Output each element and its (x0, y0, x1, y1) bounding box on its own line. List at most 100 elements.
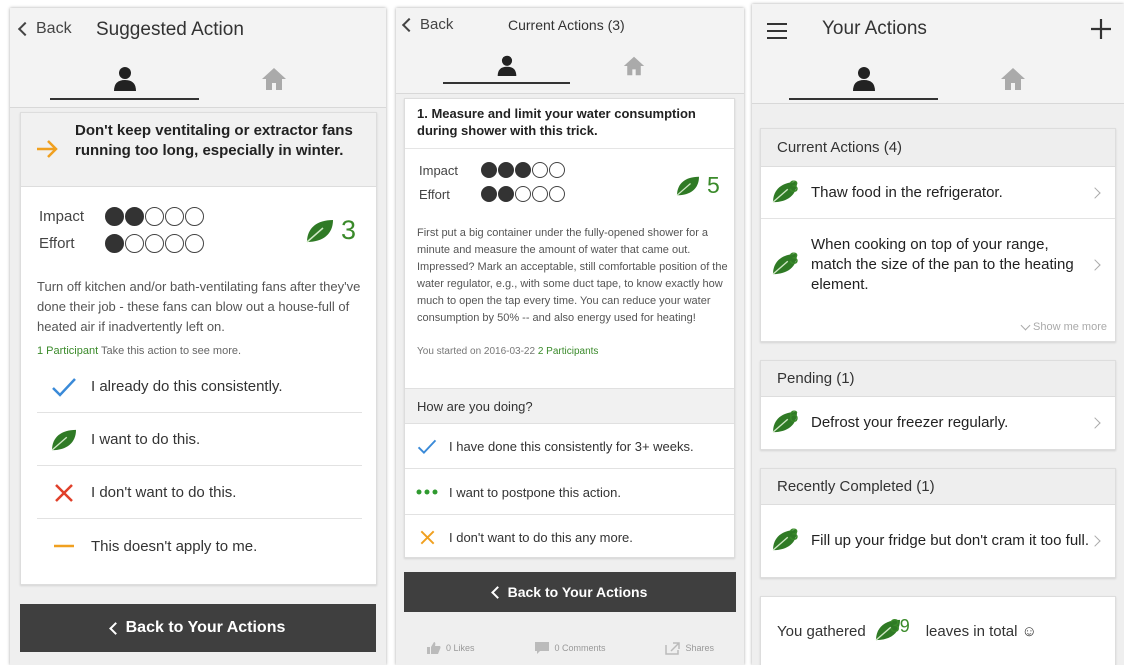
x-icon (405, 529, 449, 546)
share-button[interactable]: Shares (665, 641, 714, 655)
points-badge: 3 (305, 215, 356, 246)
impact-dots (105, 207, 204, 226)
rating-dot-empty (145, 207, 164, 226)
points-value: 3 (789, 525, 799, 544)
tab-home[interactable] (938, 58, 1087, 100)
check-icon (405, 438, 449, 455)
tab-personal[interactable] (789, 58, 938, 100)
tab-personal[interactable] (50, 58, 199, 100)
action-header: Don't keep ventitaling or extractor fans… (21, 113, 376, 187)
back-button[interactable]: Back (17, 20, 72, 38)
your-actions-screen: Your Actions Current Actions (4) 3 Thaw … (752, 4, 1124, 665)
action-item[interactable]: 6 Defrost your freezer regularly. (761, 397, 1115, 449)
choice-label: I have done this consistently for 3+ wee… (449, 438, 694, 454)
back-button-label: Back to Your Actions (125, 619, 286, 636)
chevron-left-icon (17, 21, 33, 37)
leaf-points: 3 (771, 525, 811, 556)
action-title: 1. Measure and limit your water consumpt… (417, 106, 696, 138)
leaf-icon (37, 428, 91, 452)
rating-dot-filled (498, 162, 514, 178)
effort-label: Effort (39, 235, 75, 252)
participants-info: 1 Participant Take this action to see mo… (37, 345, 241, 357)
back-label: Back (420, 16, 454, 33)
rating-dot-empty (125, 234, 144, 253)
choice-label: I already do this consistently. (91, 378, 283, 395)
show-more-link[interactable]: Show me more (1020, 320, 1107, 333)
total-prefix: You gathered (777, 622, 866, 640)
dash-icon (37, 543, 91, 549)
action-card: Don't keep ventitaling or extractor fans… (20, 112, 377, 585)
choice-dont-want[interactable]: I don't want to do this. (37, 467, 362, 519)
choice-label: I don't want to do this. (91, 484, 237, 501)
participants-link[interactable]: 2 Participants (538, 346, 599, 357)
top-bar: Back Suggested Action (10, 8, 386, 108)
tab-home[interactable] (570, 48, 697, 84)
tab-personal[interactable] (443, 48, 570, 84)
effort-rating: Effort (419, 186, 565, 202)
choice-not-applicable[interactable]: This doesn't apply to me. (37, 520, 362, 572)
action-label: Defrost your freezer regularly. (811, 414, 1009, 431)
check-icon (37, 376, 91, 398)
like-button[interactable]: 0 Likes (426, 641, 475, 655)
action-card: 1. Measure and limit your water consumpt… (404, 98, 735, 558)
current-actions-header: Current Actions (4) (761, 129, 1115, 167)
participants-link[interactable]: 1 Participant (37, 345, 98, 357)
choice-already-doing[interactable]: I already do this consistently. (37, 361, 362, 413)
tab-home[interactable] (199, 58, 348, 100)
leaf-points: 6 (771, 407, 811, 438)
chevron-down-icon (1020, 320, 1031, 331)
action-label: Fill up your fridge but don't cram it to… (811, 532, 1089, 549)
action-item[interactable]: 3 Fill up your fridge but don't cram it … (761, 505, 1115, 577)
choice-done-consistently[interactable]: I have done this consistently for 3+ wee… (405, 424, 734, 469)
rating-dot-filled (498, 186, 514, 202)
started-info: You started on 2016-03-22 2 Participants (417, 346, 598, 357)
action-description: Turn off kitchen and/or bath-ventilating… (37, 279, 361, 334)
action-item[interactable]: 3 When cooking on top of your range, mat… (761, 219, 1115, 311)
started-text: You started on 2016-03-22 (417, 346, 536, 357)
home-icon (261, 68, 286, 90)
points-badge: 5 (675, 172, 720, 199)
choice-label: I don't want to do this any more. (449, 529, 633, 545)
action-title: Don't keep ventitaling or extractor fans… (75, 122, 353, 159)
choice-want-to-do[interactable]: I want to do this. (37, 414, 362, 466)
choice-postpone[interactable]: I want to postpone this action. (405, 470, 734, 515)
thumbs-up-icon (426, 641, 441, 654)
comments-count: 0 Comments (554, 642, 606, 653)
choice-dont-want-anymore[interactable]: I don't want to do this any more. (405, 516, 734, 558)
rating-dot-empty (185, 207, 204, 226)
page-title: Current Actions (3) (508, 17, 625, 33)
likes-count: 0 Likes (445, 642, 475, 653)
rating-dot-filled (105, 234, 124, 253)
back-to-actions-button[interactable]: Back to Your Actions (404, 572, 736, 612)
action-description: First put a big container under the full… (417, 227, 728, 324)
chevron-left-icon (490, 585, 504, 599)
comment-button[interactable]: 0 Comments (534, 641, 606, 655)
menu-icon[interactable] (766, 22, 788, 40)
completed-header: Recently Completed (1) (761, 469, 1115, 505)
leaf-points: 3 (771, 249, 811, 280)
rating-dot-empty (165, 234, 184, 253)
plus-icon[interactable] (1090, 18, 1112, 40)
show-more-label: Show me more (1033, 321, 1107, 333)
action-item[interactable]: 3 Thaw food in the refrigerator. (761, 167, 1115, 219)
person-icon (852, 67, 875, 91)
choice-label: I want to do this. (91, 431, 201, 448)
impact-label: Impact (39, 208, 85, 225)
action-label: When cooking on top of your range, match… (811, 236, 1074, 293)
rating-dot-empty (185, 234, 204, 253)
current-actions-screen: Back Current Actions (3) 1. Measure and … (396, 8, 744, 665)
rating-dot-filled (481, 162, 497, 178)
home-icon (623, 56, 644, 76)
choice-label: This doesn't apply to me. (91, 537, 258, 555)
rating-dot-empty (145, 234, 164, 253)
effort-dots (481, 186, 565, 202)
back-to-actions-button[interactable]: Back to Your Actions (20, 604, 376, 652)
rating-dot-empty (549, 186, 565, 202)
chevron-left-icon (401, 17, 417, 32)
x-icon (37, 482, 91, 504)
rating-dot-filled (481, 186, 497, 202)
action-label: Thaw food in the refrigerator. (811, 183, 1003, 201)
impact-dots (481, 162, 565, 178)
back-button[interactable]: Back (401, 16, 454, 33)
rating-dot-empty (532, 186, 548, 202)
